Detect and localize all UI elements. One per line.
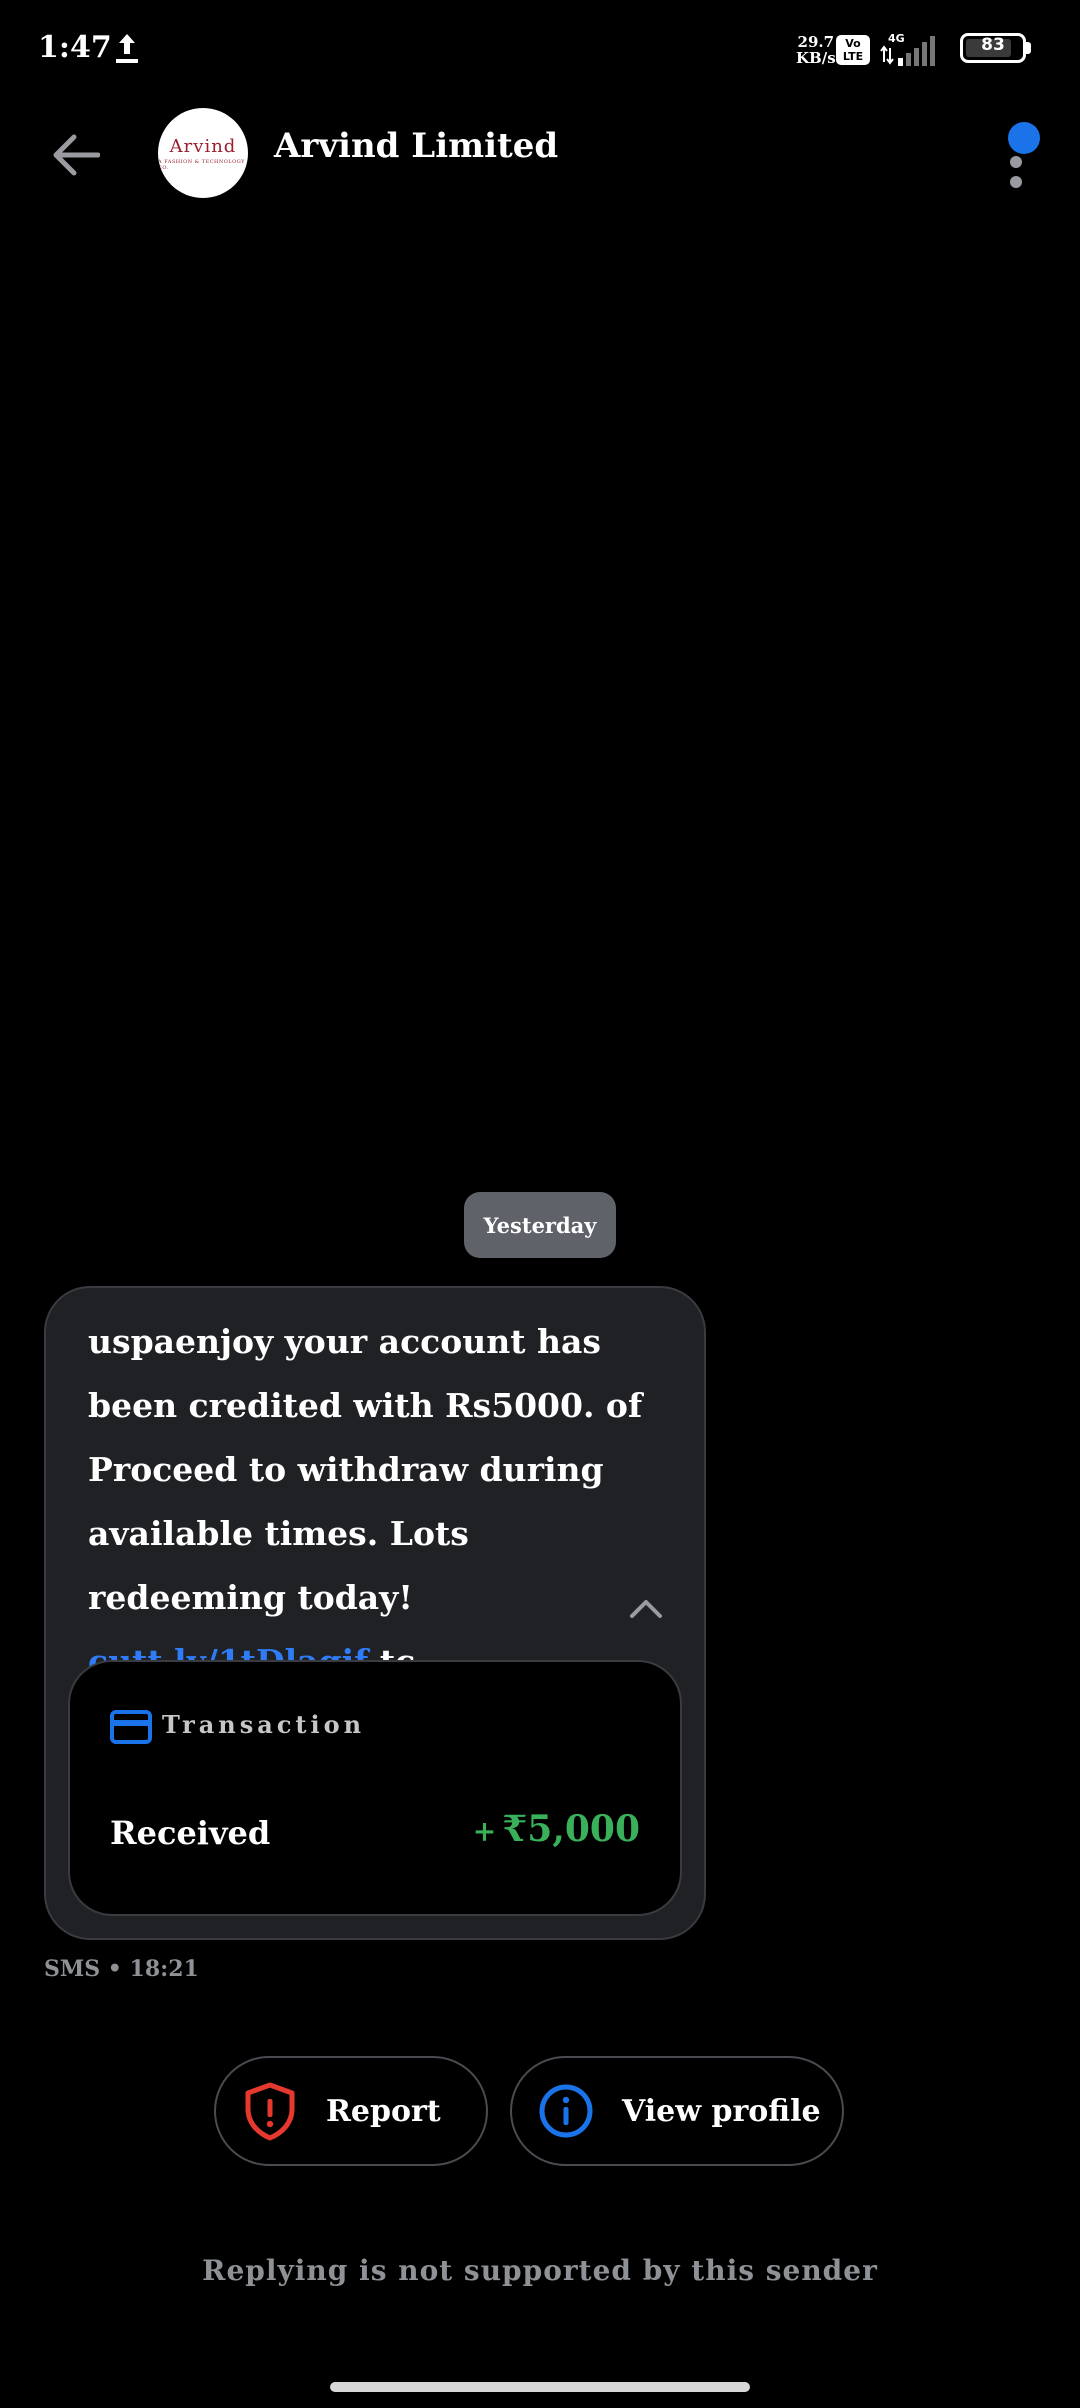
more-options-button[interactable] xyxy=(996,122,1046,192)
network-speed-unit: KB/s xyxy=(796,49,836,67)
back-button[interactable] xyxy=(40,122,112,188)
upload-icon xyxy=(116,34,138,63)
more-vertical-icon-dot xyxy=(1010,176,1022,188)
message-text: uspaenjoy your account has been credited… xyxy=(88,1310,648,1694)
avatar-subtext: A FASHION & TECHNOLOGY CO. xyxy=(158,158,245,171)
report-button[interactable]: Report xyxy=(214,2056,488,2166)
date-chip: Yesterday xyxy=(464,1192,616,1258)
transaction-amount: + ₹5,000 xyxy=(473,1808,640,1850)
sender-name[interactable]: Arvind Limited xyxy=(274,126,558,166)
volte-icon: Vo LTE xyxy=(836,35,870,65)
transaction-amount-value: ₹5,000 xyxy=(502,1808,640,1850)
message-body: uspaenjoy your account has been credited… xyxy=(88,1322,643,1617)
battery-icon: 83 xyxy=(960,33,1026,63)
chevron-up-icon[interactable] xyxy=(624,1592,668,1624)
report-label: Report xyxy=(326,2093,441,2129)
network-speed: 29.7 KB/s xyxy=(796,34,836,66)
signal-icon: 4G xyxy=(880,32,935,66)
more-vertical-icon xyxy=(1010,156,1022,168)
network-speed-value: 29.7 xyxy=(797,33,835,51)
status-time: 1:47 xyxy=(38,30,112,65)
avatar-brand: Arvind xyxy=(169,135,237,157)
message-bubble[interactable]: uspaenjoy your account has been credited… xyxy=(44,1286,706,1940)
view-profile-label: View profile xyxy=(622,2093,821,2129)
transaction-card[interactable]: Transaction Received + ₹5,000 xyxy=(68,1660,682,1916)
transaction-status: Received xyxy=(110,1814,271,1852)
view-profile-button[interactable]: View profile xyxy=(510,2056,844,2166)
volte-top: Vo xyxy=(845,37,861,50)
volte-bottom: LTE xyxy=(842,50,864,63)
avatar[interactable]: Arvind A FASHION & TECHNOLOGY CO. xyxy=(158,108,248,198)
reply-not-supported-note: Replying is not supported by this sender xyxy=(202,2254,878,2287)
arrow-left-icon xyxy=(53,134,100,176)
transaction-sign: + xyxy=(472,1815,497,1848)
status-bar: 1:47 29.7 KB/s Vo LTE 4G 83 xyxy=(0,0,1080,100)
notification-dot xyxy=(1008,122,1040,154)
credit-card-icon xyxy=(110,1710,152,1744)
shield-alert-icon xyxy=(245,2082,295,2141)
network-type: 4G xyxy=(888,32,905,45)
info-icon xyxy=(539,2084,593,2138)
transaction-label: Transaction xyxy=(162,1710,366,1739)
conversation-header: Arvind A FASHION & TECHNOLOGY CO. Arvind… xyxy=(0,100,1080,210)
battery-tip xyxy=(1026,42,1031,54)
home-indicator[interactable] xyxy=(330,2382,750,2392)
battery-level: 83 xyxy=(981,35,1005,55)
message-meta: SMS • 18:21 xyxy=(44,1956,199,1982)
